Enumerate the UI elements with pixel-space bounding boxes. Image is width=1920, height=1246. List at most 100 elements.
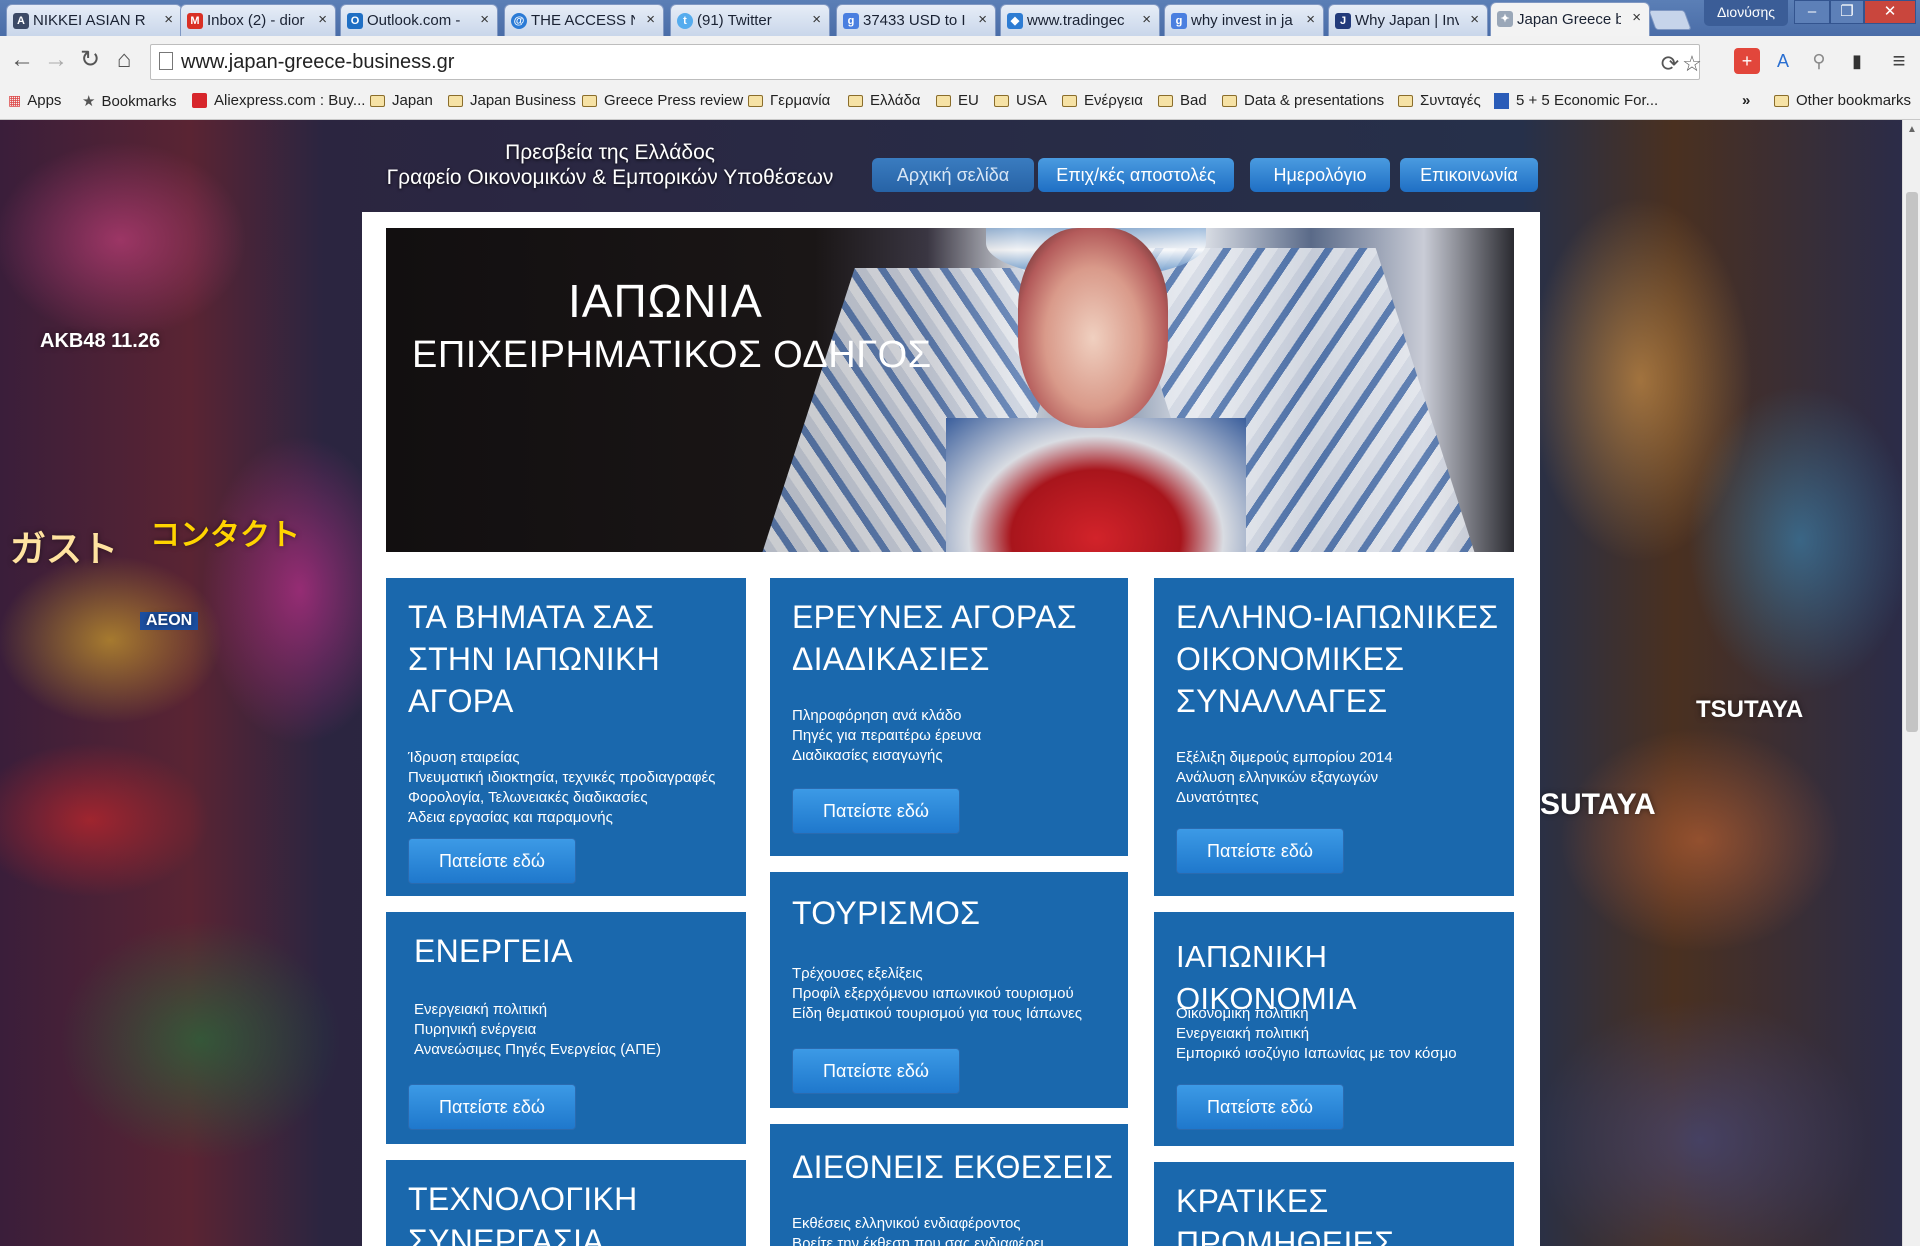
click-here-button[interactable]: Πατείστε εδώ xyxy=(1176,828,1344,874)
close-icon[interactable]: × xyxy=(812,11,821,28)
extension-plus-icon[interactable]: + xyxy=(1734,48,1760,74)
folder-icon xyxy=(370,94,385,107)
bookmark-folder[interactable]: Γερμανία xyxy=(748,92,830,109)
extension-phone-icon[interactable]: ▮ xyxy=(1844,48,1870,74)
click-here-button[interactable]: Πατείστε εδώ xyxy=(1176,1084,1344,1130)
forward-arrow-icon[interactable]: → xyxy=(42,46,70,74)
card-exhibitions: ΔΙΕΘΝΕΙΣ ΕΚΘΕΣΕΙΣ Εκθέσεις ελληνικού ενδ… xyxy=(770,1124,1128,1246)
bookmark-folder[interactable]: Ελλάδα xyxy=(848,92,920,109)
close-icon[interactable]: × xyxy=(1142,11,1151,28)
card-technology: ΤΕΧΝΟΛΟΓΙΚΗ ΣΥΝΕΡΓΑΣΙΑ xyxy=(386,1160,746,1246)
browser-tab[interactable]: @ THE ACCESS N × xyxy=(504,4,664,36)
scrollbar-thumb[interactable] xyxy=(1906,192,1918,732)
tab-label: why invest in ja xyxy=(1191,12,1293,29)
close-icon[interactable]: × xyxy=(480,11,489,28)
site-icon xyxy=(1494,92,1509,109)
nav-calendar[interactable]: Ημερολόγιο xyxy=(1250,158,1390,192)
browser-tab[interactable]: O Outlook.com - × xyxy=(340,4,498,36)
browser-tab[interactable]: g why invest in ja × xyxy=(1164,4,1324,36)
close-icon[interactable]: × xyxy=(646,11,655,28)
card-topics: Οικονομική πολιτική Ενεργειακή πολιτική … xyxy=(1176,1004,1457,1064)
background-sign: ガスト xyxy=(10,528,119,569)
click-here-button[interactable]: Πατείστε εδώ xyxy=(792,1048,960,1094)
bookmark-folder[interactable]: Greece Press review xyxy=(582,92,743,109)
card-title: ΕΛΛΗΝΟ-ΙΑΠΩΝΙΚΕΣ ΟΙΚΟΝΟΜΙΚΕΣ ΣΥΝΑΛΛΑΓΕΣ xyxy=(1176,596,1498,722)
close-icon[interactable]: × xyxy=(1632,9,1641,26)
click-here-button[interactable]: Πατείστε εδώ xyxy=(408,1084,576,1130)
restore-button[interactable]: ❐ xyxy=(1830,0,1864,24)
new-tab-button[interactable] xyxy=(1648,10,1692,30)
star-icon: ★ xyxy=(82,93,96,110)
bookmark-folder[interactable]: USA xyxy=(994,92,1047,109)
tab-label: Why Japan | Inv xyxy=(1355,12,1459,29)
bookmark-label: Other bookmarks xyxy=(1796,92,1912,109)
bookmark-label: Greece Press review xyxy=(604,92,744,109)
address-bar[interactable]: www.japan-greece-business.gr ⟳ ☆ xyxy=(150,44,1702,80)
jetro-icon: J xyxy=(1335,13,1351,29)
bookmark-star-icon[interactable]: ☆ xyxy=(1679,51,1705,77)
page-scrollbar[interactable]: ▲ xyxy=(1902,120,1920,1246)
back-arrow-icon[interactable]: ← xyxy=(8,46,36,74)
nav-business-missions[interactable]: Επιχ/κές αποστολές xyxy=(1038,158,1234,192)
folder-icon xyxy=(1222,94,1237,107)
card-topics: Ίδρυση εταιρείας Πνευματική ιδιοκτησία, … xyxy=(408,748,715,828)
bookmark-label: Γερμανία xyxy=(770,92,831,109)
site-header-title: Πρεσβεία της Ελλάδος Γραφείο Οικονομικών… xyxy=(380,140,840,190)
bookmark-label: Bad xyxy=(1180,92,1207,109)
translate-icon[interactable]: A xyxy=(1770,48,1796,74)
card-title-line: ΤΕΧΝΟΛΟΓΙΚΗ xyxy=(408,1181,638,1217)
url-text[interactable]: www.japan-greece-business.gr xyxy=(181,51,454,74)
bookmark-folder[interactable]: Japan Business xyxy=(448,92,576,109)
bookmark-folder[interactable]: Japan xyxy=(370,92,433,109)
reload-icon[interactable]: ↻ xyxy=(76,46,104,74)
close-icon[interactable]: × xyxy=(1306,11,1315,28)
folder-icon xyxy=(848,94,863,107)
card-topic: Πληροφόρηση ανά κλάδο xyxy=(792,707,962,724)
minimize-button[interactable]: – xyxy=(1794,0,1830,24)
bookmark-apps[interactable]: ▦ Apps xyxy=(8,92,61,109)
site-icon: ✦ xyxy=(1497,11,1513,27)
bookmark-5plus5[interactable]: 5 + 5 Economic For... xyxy=(1494,92,1658,109)
nav-contact[interactable]: Επικοινωνία xyxy=(1400,158,1538,192)
scroll-up-arrow-icon[interactable]: ▲ xyxy=(1907,124,1917,135)
bookmark-other[interactable]: Other bookmarks xyxy=(1774,92,1911,109)
close-icon[interactable]: × xyxy=(1470,11,1479,28)
card-tourism: ΤΟΥΡΙΣΜΟΣ Τρέχουσες εξελίξεις Προφίλ εξε… xyxy=(770,872,1128,1108)
bookmark-folder[interactable]: EU xyxy=(936,92,979,109)
menu-icon[interactable]: ≡ xyxy=(1886,48,1912,74)
profile-user-badge[interactable]: Διονύσης xyxy=(1704,0,1788,26)
bookmark-label: Japan xyxy=(392,92,433,109)
close-icon[interactable]: × xyxy=(318,11,327,28)
apps-grid-icon: ▦ xyxy=(8,92,22,108)
card-topics: Εκθέσεις ελληνικού ενδιαφέροντος Βρείτε … xyxy=(792,1214,1044,1246)
browser-tab[interactable]: ◆ www.tradingec × xyxy=(1000,4,1160,36)
bookmark-folder[interactable]: Bad xyxy=(1158,92,1207,109)
home-icon[interactable]: ⌂ xyxy=(110,46,138,74)
browser-tab[interactable]: A NIKKEI ASIAN R × xyxy=(6,4,182,36)
click-here-button[interactable]: Πατείστε εδώ xyxy=(792,788,960,834)
click-here-button[interactable]: Πατείστε εδώ xyxy=(408,838,576,884)
bookmark-aliexpress[interactable]: Aliexpress.com : Buy... xyxy=(192,92,365,109)
bookmark-folder[interactable]: Data & presentations xyxy=(1222,92,1384,109)
gmail-icon: M xyxy=(187,13,203,29)
bookmark-folder[interactable]: Ενέργεια xyxy=(1062,92,1143,109)
browser-tab[interactable]: t (91) Twitter × xyxy=(670,4,830,36)
card-topic: Τρέχουσες εξελίξεις xyxy=(792,965,923,982)
window-close-button[interactable]: ✕ xyxy=(1864,0,1916,24)
bookmark-folder[interactable]: Συνταγές xyxy=(1398,92,1481,109)
browser-tab[interactable]: J Why Japan | Inv × xyxy=(1328,4,1488,36)
bookmark-bookmarks[interactable]: ★ Bookmarks xyxy=(82,92,176,111)
browser-tab[interactable]: M Inbox (2) - dior × xyxy=(180,4,336,36)
magnifier-icon[interactable]: ⚲ xyxy=(1806,48,1832,74)
browser-tab-active[interactable]: ✦ Japan Greece b × xyxy=(1490,2,1650,36)
tab-label: Inbox (2) - dior xyxy=(207,12,305,29)
close-icon[interactable]: × xyxy=(978,11,987,28)
card-topic: Άδεια εργασίας και παραμονής xyxy=(408,809,613,826)
card-title-line: ΕΛΛΗΝΟ-ΙΑΠΩΝΙΚΕΣ xyxy=(1176,599,1499,635)
browser-tab[interactable]: g 37433 USD to I × xyxy=(836,4,996,36)
dropbox-icon: ◆ xyxy=(1007,13,1023,29)
bookmarks-overflow-chevron[interactable]: » xyxy=(1742,92,1750,109)
close-icon[interactable]: × xyxy=(164,11,173,28)
nav-home[interactable]: Αρχική σελίδα xyxy=(872,158,1034,192)
card-title: ΚΡΑΤΙΚΕΣ ΠΡΟΜΗΘΕΙΕΣ xyxy=(1176,1180,1394,1246)
